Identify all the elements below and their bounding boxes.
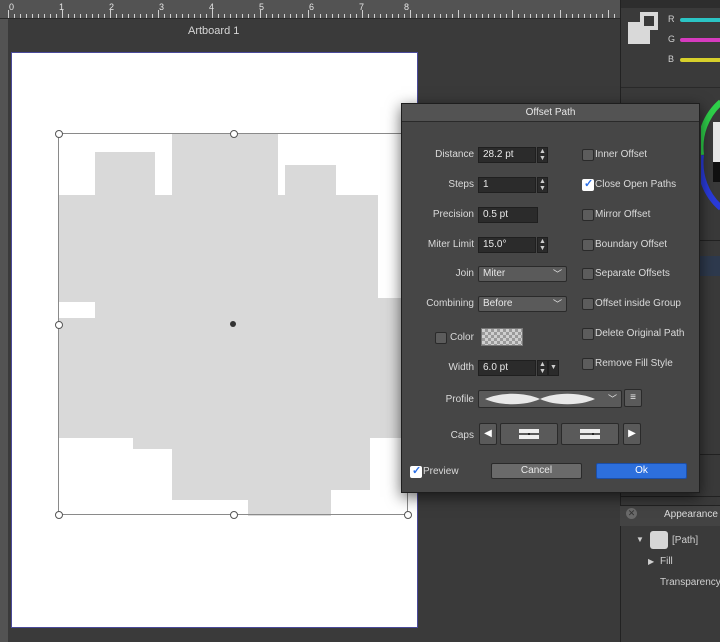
inner-offset-label: Inner Offset bbox=[595, 149, 648, 160]
expand-triangle-icon[interactable]: ▼ bbox=[636, 535, 644, 544]
appearance-fill[interactable]: Fill bbox=[660, 556, 673, 567]
cancel-button[interactable]: Cancel bbox=[491, 463, 582, 479]
resize-handle[interactable] bbox=[55, 130, 63, 138]
appearance-transparency[interactable]: Transparency bbox=[660, 577, 720, 588]
dialog-title: Offset Path bbox=[402, 104, 699, 122]
profile-select[interactable]: ﹀ bbox=[478, 390, 622, 408]
channel-g-slider[interactable] bbox=[680, 38, 720, 42]
steps-field[interactable]: 1 bbox=[478, 177, 536, 193]
boundary-offset-label: Boundary Offset bbox=[595, 239, 668, 250]
resize-handle[interactable] bbox=[55, 321, 63, 329]
remove-fill-style-checkbox[interactable] bbox=[582, 358, 594, 370]
close-open-paths-checkbox[interactable] bbox=[582, 177, 594, 191]
miter-limit-stepper[interactable]: ▲ ▼ bbox=[537, 237, 548, 253]
delete-original-path-checkbox[interactable] bbox=[582, 328, 594, 340]
join-select[interactable]: Miter ﹀ bbox=[478, 266, 567, 282]
close-open-paths-label: Close Open Paths bbox=[595, 179, 677, 190]
round-cap-icon bbox=[580, 429, 600, 439]
mirror-offset-checkbox[interactable] bbox=[582, 209, 594, 221]
miter-limit-label: Miter Limit bbox=[427, 239, 474, 250]
color-label: Color bbox=[450, 332, 474, 343]
channel-r-label: R bbox=[668, 14, 675, 24]
preview-label: Preview bbox=[423, 466, 459, 477]
remove-fill-style-label: Remove Fill Style bbox=[595, 358, 673, 369]
distance-field[interactable]: 28.2 pt bbox=[478, 147, 536, 163]
combining-label: Combining bbox=[426, 298, 474, 309]
miter-limit-field[interactable]: 15.0° bbox=[478, 237, 536, 253]
join-value: Miter bbox=[483, 268, 506, 279]
width-label: Width bbox=[448, 362, 474, 373]
precision-label: Precision bbox=[432, 209, 474, 220]
steps-stepper[interactable]: ▲ ▼ bbox=[537, 177, 548, 193]
close-icon[interactable]: ✕ bbox=[626, 508, 637, 519]
width-profile-icon bbox=[485, 393, 595, 405]
center-point bbox=[230, 321, 236, 327]
separate-offsets-checkbox[interactable] bbox=[582, 268, 594, 280]
tab-appearance[interactable]: Appearance bbox=[664, 509, 718, 520]
precision-field[interactable]: 0.5 pt bbox=[478, 207, 538, 223]
resize-handle[interactable] bbox=[55, 511, 63, 519]
inner-offset-checkbox[interactable] bbox=[582, 149, 594, 161]
cap-end-right-icon[interactable]: ▶ bbox=[623, 423, 641, 445]
color-checkbox[interactable] bbox=[435, 332, 447, 344]
delete-original-path-label: Delete Original Path bbox=[595, 328, 685, 339]
offset-path-dialog: Offset Path Distance 28.2 pt ▲ ▼ Steps 1 … bbox=[401, 103, 700, 493]
color-spectrum-icon[interactable] bbox=[701, 92, 720, 218]
ok-button[interactable]: Ok bbox=[596, 463, 687, 479]
width-dropdown-arrow[interactable]: ▼ bbox=[548, 360, 559, 376]
join-label: Join bbox=[455, 268, 474, 279]
boundary-offset-checkbox[interactable] bbox=[582, 239, 594, 251]
distance-label: Distance bbox=[435, 149, 474, 160]
resize-handle[interactable] bbox=[230, 511, 238, 519]
channel-g-label: G bbox=[668, 34, 676, 44]
path-thumbnail bbox=[650, 531, 668, 549]
offset-inside-group-label: Offset inside Group bbox=[595, 298, 681, 309]
resize-handle[interactable] bbox=[404, 511, 412, 519]
channel-b-slider[interactable] bbox=[680, 58, 720, 62]
butt-cap-icon bbox=[519, 429, 539, 439]
chevron-down-icon: ﹀ bbox=[552, 269, 562, 279]
cap-start-left-icon[interactable]: ◀ bbox=[479, 423, 497, 445]
color-swatch[interactable] bbox=[481, 328, 523, 346]
profile-settings-icon[interactable]: ≡ bbox=[624, 389, 642, 407]
appearance-item-path[interactable]: [Path] bbox=[672, 535, 698, 546]
preview-checkbox[interactable] bbox=[410, 464, 422, 478]
offset-inside-group-checkbox[interactable] bbox=[582, 298, 594, 310]
resize-handle[interactable] bbox=[230, 130, 238, 138]
combining-value: Before bbox=[483, 298, 513, 309]
channel-r-slider[interactable] bbox=[680, 18, 720, 22]
width-stepper[interactable]: ▲ ▼ bbox=[537, 360, 548, 376]
cap-style-butt-button[interactable] bbox=[500, 423, 558, 445]
stroke-swatch[interactable] bbox=[640, 12, 658, 30]
cap-style-round-button[interactable] bbox=[561, 423, 619, 445]
distance-stepper[interactable]: ▲ ▼ bbox=[537, 147, 548, 163]
profile-label: Profile bbox=[445, 394, 474, 405]
chevron-down-icon: ﹀ bbox=[607, 394, 617, 404]
channel-b-label: B bbox=[668, 54, 675, 64]
steps-label: Steps bbox=[448, 179, 474, 190]
separate-offsets-label: Separate Offsets bbox=[595, 268, 670, 279]
combining-select[interactable]: Before ﹀ bbox=[478, 296, 567, 312]
caps-label: Caps bbox=[450, 430, 474, 441]
mirror-offset-label: Mirror Offset bbox=[595, 209, 651, 220]
width-field[interactable]: 6.0 pt bbox=[478, 360, 536, 376]
collapse-triangle-icon[interactable]: ▶ bbox=[648, 557, 654, 566]
chevron-down-icon: ﹀ bbox=[552, 299, 562, 309]
